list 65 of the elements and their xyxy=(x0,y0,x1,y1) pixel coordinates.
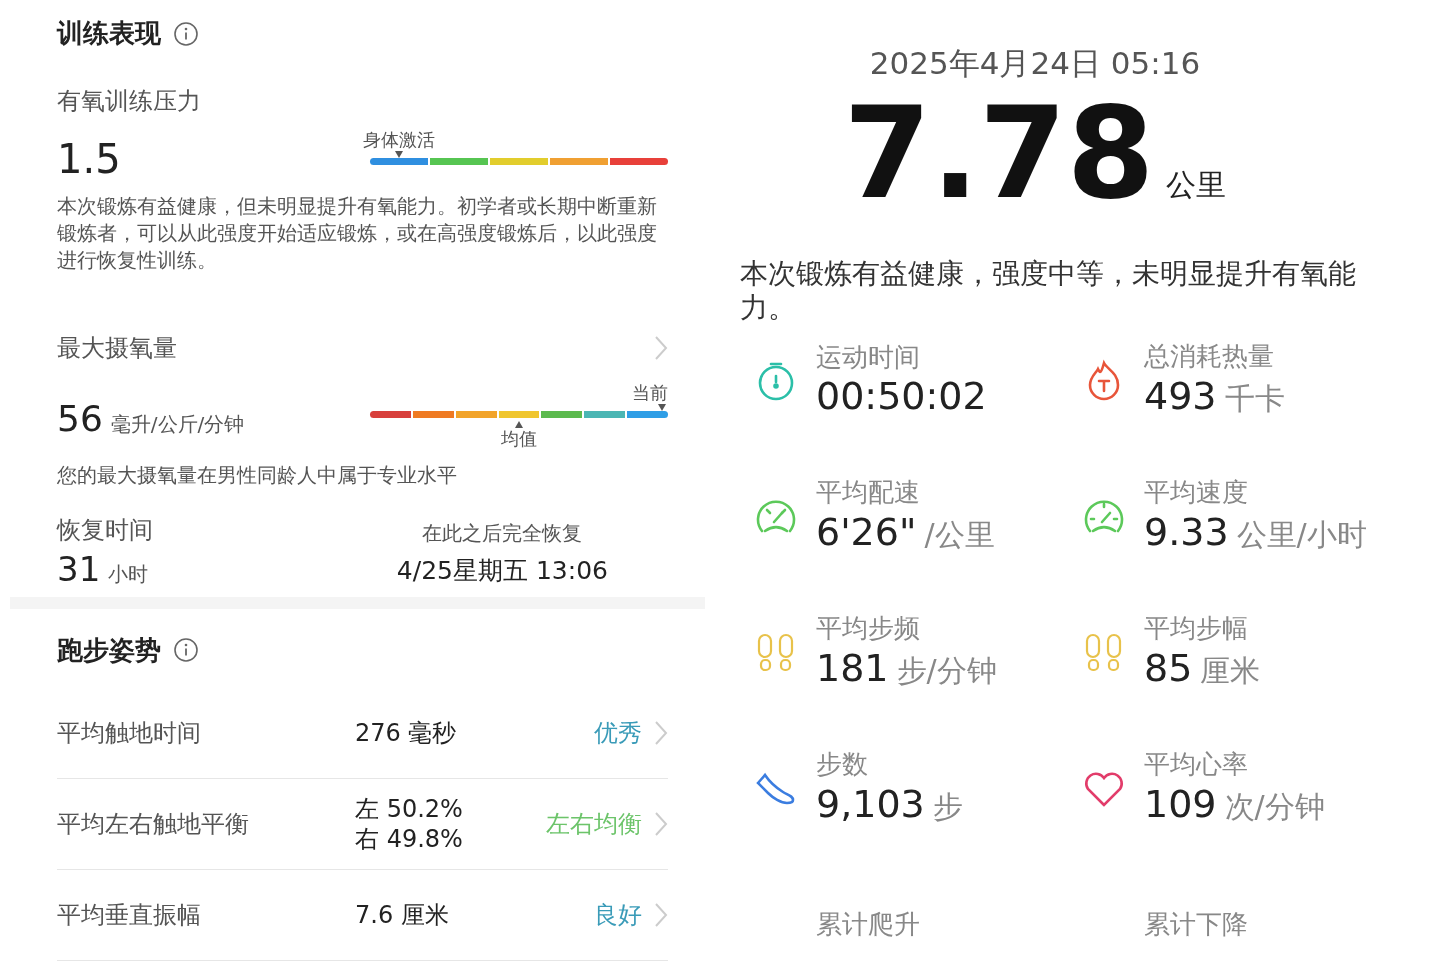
metric-label: 恢复时间 xyxy=(57,515,153,546)
marker-pointer xyxy=(658,404,666,411)
unit-text: /公里 xyxy=(924,515,995,554)
stat-value: 181 xyxy=(816,644,889,692)
workout-datetime: 2025年4月24日 05:16 xyxy=(869,44,1201,83)
metric-value: 31 xyxy=(57,548,101,591)
unit-text: 步 xyxy=(932,787,963,826)
posture-value: 7.6 厘米 xyxy=(355,899,450,930)
chevron-right-icon[interactable] xyxy=(654,810,668,837)
posture-label: 平均左右触地平衡 xyxy=(57,808,250,840)
metric-value: 56 xyxy=(57,397,103,441)
section-title: 跑步姿势 xyxy=(57,633,161,667)
unit-text: 公里/小时 xyxy=(1236,515,1367,554)
unit-text: 小时 xyxy=(108,561,149,588)
chevron-right-icon[interactable] xyxy=(654,901,668,928)
posture-value: 276 毫秒 xyxy=(355,717,458,748)
chevron-right-icon[interactable] xyxy=(654,719,668,746)
posture-value: 左 50.2% xyxy=(355,793,464,824)
rating-text: 良好 xyxy=(594,899,642,931)
unit-text: 千卡 xyxy=(1224,379,1285,418)
stat-value: 9,103 xyxy=(816,780,925,828)
unit-text: 毫升/公斤/分钟 xyxy=(110,411,245,438)
metric-label: 最大摄氧量 xyxy=(57,333,177,364)
info-icon[interactable] xyxy=(173,20,199,47)
marker-label: 当前 xyxy=(632,381,668,404)
stat-label: 累计下降 xyxy=(1144,908,1248,941)
stat-value: 109 xyxy=(1144,780,1217,828)
unit-text: 步/分钟 xyxy=(896,651,997,690)
marker-pointer xyxy=(395,151,403,158)
recovery-label: 在此之后完全恢复 xyxy=(422,520,583,547)
posture-label: 平均垂直振幅 xyxy=(57,899,202,931)
marker-label: 均值 xyxy=(501,428,537,451)
info-icon[interactable] xyxy=(173,637,199,663)
stat-value: 6'26" xyxy=(816,508,917,556)
rating-text: 优秀 xyxy=(594,717,642,749)
posture-value: 右 49.8% xyxy=(355,823,464,854)
stat-label: 平均步幅 xyxy=(1144,612,1249,645)
stat-label: 平均心率 xyxy=(1144,748,1249,781)
stat-label: 平均速度 xyxy=(1144,476,1249,509)
marker-pointer xyxy=(515,421,523,428)
stat-label: 运动时间 xyxy=(816,340,921,373)
unit-text: 公里 xyxy=(1166,165,1227,204)
stat-label: 步数 xyxy=(816,748,869,781)
distance-value: 7.78 xyxy=(843,90,1155,217)
stat-value: 9.33 xyxy=(1144,508,1229,556)
posture-label: 平均触地时间 xyxy=(57,717,202,749)
stat-value: 00:50:02 xyxy=(816,373,987,420)
stat-value: 85 xyxy=(1144,644,1193,692)
stat-label: 平均配速 xyxy=(816,476,921,509)
description-text: 您的最大摄氧量在男性同龄人中属于专业水平 xyxy=(57,462,458,489)
section-title: 训练表现 xyxy=(57,17,161,50)
unit-text: 厘米 xyxy=(1200,651,1261,690)
stat-value: 493 xyxy=(1144,372,1217,420)
metric-value: 1.5 xyxy=(57,139,121,179)
description-text: 本次锻炼有益健康，但未明显提升有氧能力。初学者或长期中断重新锻炼者，可以从此强度开始适应锻炼，或在高强度锻炼后，以此强度进行恢复性训练。 xyxy=(57,193,658,274)
marker-label: 身体激活 xyxy=(363,128,435,151)
summary-text: 本次锻炼有益健康，强度中等，未明显提升有氧能力。 xyxy=(740,256,1357,325)
stat-label: 累计爬升 xyxy=(816,908,920,941)
recovery-time: 4/25星期五 13:06 xyxy=(396,555,608,587)
stat-label: 总消耗热量 xyxy=(1144,340,1275,373)
rating-text: 左右均衡 xyxy=(546,808,642,840)
unit-text: 次/分钟 xyxy=(1224,787,1325,826)
metric-label: 有氧训练压力 xyxy=(57,86,202,117)
stat-label: 平均步频 xyxy=(816,612,921,645)
chevron-right-icon[interactable] xyxy=(654,335,668,361)
